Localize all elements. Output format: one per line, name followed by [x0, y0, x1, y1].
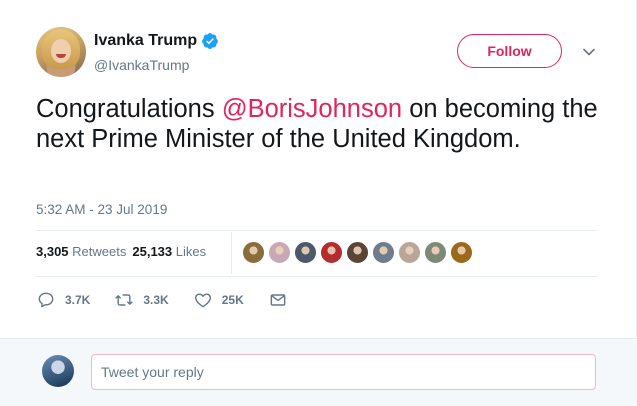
like-action[interactable]: 25K: [193, 290, 244, 310]
divider: [36, 276, 598, 277]
author-display-name[interactable]: Ivanka Trump: [94, 32, 197, 50]
like-count: 25K: [221, 293, 244, 307]
tweet-actions: 3.7K 3.3K 25K: [36, 290, 312, 310]
liker-avatar-8[interactable]: [424, 241, 447, 264]
liker-avatar-3[interactable]: [294, 241, 317, 264]
liker-avatar-7[interactable]: [398, 241, 421, 264]
chevron-down-icon[interactable]: [582, 45, 596, 59]
heart-icon: [194, 293, 211, 308]
liker-avatar-9[interactable]: [450, 241, 473, 264]
engagement-stats: 3,305 Retweets 25,133 Likes: [36, 244, 212, 259]
retweet-count: 3.3K: [143, 293, 169, 307]
avatar-face: [51, 39, 71, 63]
envelope-icon: [270, 294, 286, 306]
likes-count: 25,133: [132, 244, 173, 259]
likes-stat[interactable]: 25,133 Likes: [132, 244, 206, 259]
follow-button[interactable]: Follow: [457, 34, 562, 68]
current-user-avatar[interactable]: [42, 355, 74, 387]
liker-avatar-6[interactable]: [372, 241, 395, 264]
retweet-icon: [115, 294, 133, 306]
liker-avatar-4[interactable]: [320, 241, 343, 264]
mention-link[interactable]: @BorisJohnson: [222, 95, 402, 123]
author-name-row: Ivanka Trump: [94, 32, 219, 50]
reply-input[interactable]: [91, 354, 596, 390]
stats-separator: [231, 232, 232, 274]
liker-avatar-1[interactable]: [242, 241, 265, 264]
tweet-timestamp[interactable]: 5:32 AM - 23 Jul 2019: [36, 202, 167, 217]
tweet-text-before: Congratulations: [36, 95, 222, 123]
retweets-stat[interactable]: 3,305 Retweets: [36, 244, 126, 259]
retweet-action[interactable]: 3.3K: [114, 290, 169, 310]
retweets-count: 3,305: [36, 244, 69, 259]
liker-avatar-2[interactable]: [268, 241, 291, 264]
liker-avatar-5[interactable]: [346, 241, 369, 264]
author-handle[interactable]: @IvankaTrump: [94, 57, 189, 73]
tweet-text: Congratulations @BorisJohnson on becomin…: [36, 94, 606, 154]
reply-bar: [0, 338, 637, 406]
divider: [36, 230, 598, 231]
verified-badge-icon: [202, 32, 219, 50]
retweets-label: Retweets: [72, 244, 127, 259]
author-avatar[interactable]: [36, 27, 86, 77]
likes-label: Likes: [175, 244, 207, 259]
direct-message-action[interactable]: [268, 290, 288, 310]
reply-icon: [38, 292, 54, 308]
reply-count: 3.7K: [65, 293, 91, 307]
reply-action[interactable]: 3.7K: [36, 290, 90, 310]
liker-avatars: [242, 241, 473, 264]
tweet-card: Ivanka Trump @IvankaTrump Follow Congrat…: [0, 0, 637, 338]
